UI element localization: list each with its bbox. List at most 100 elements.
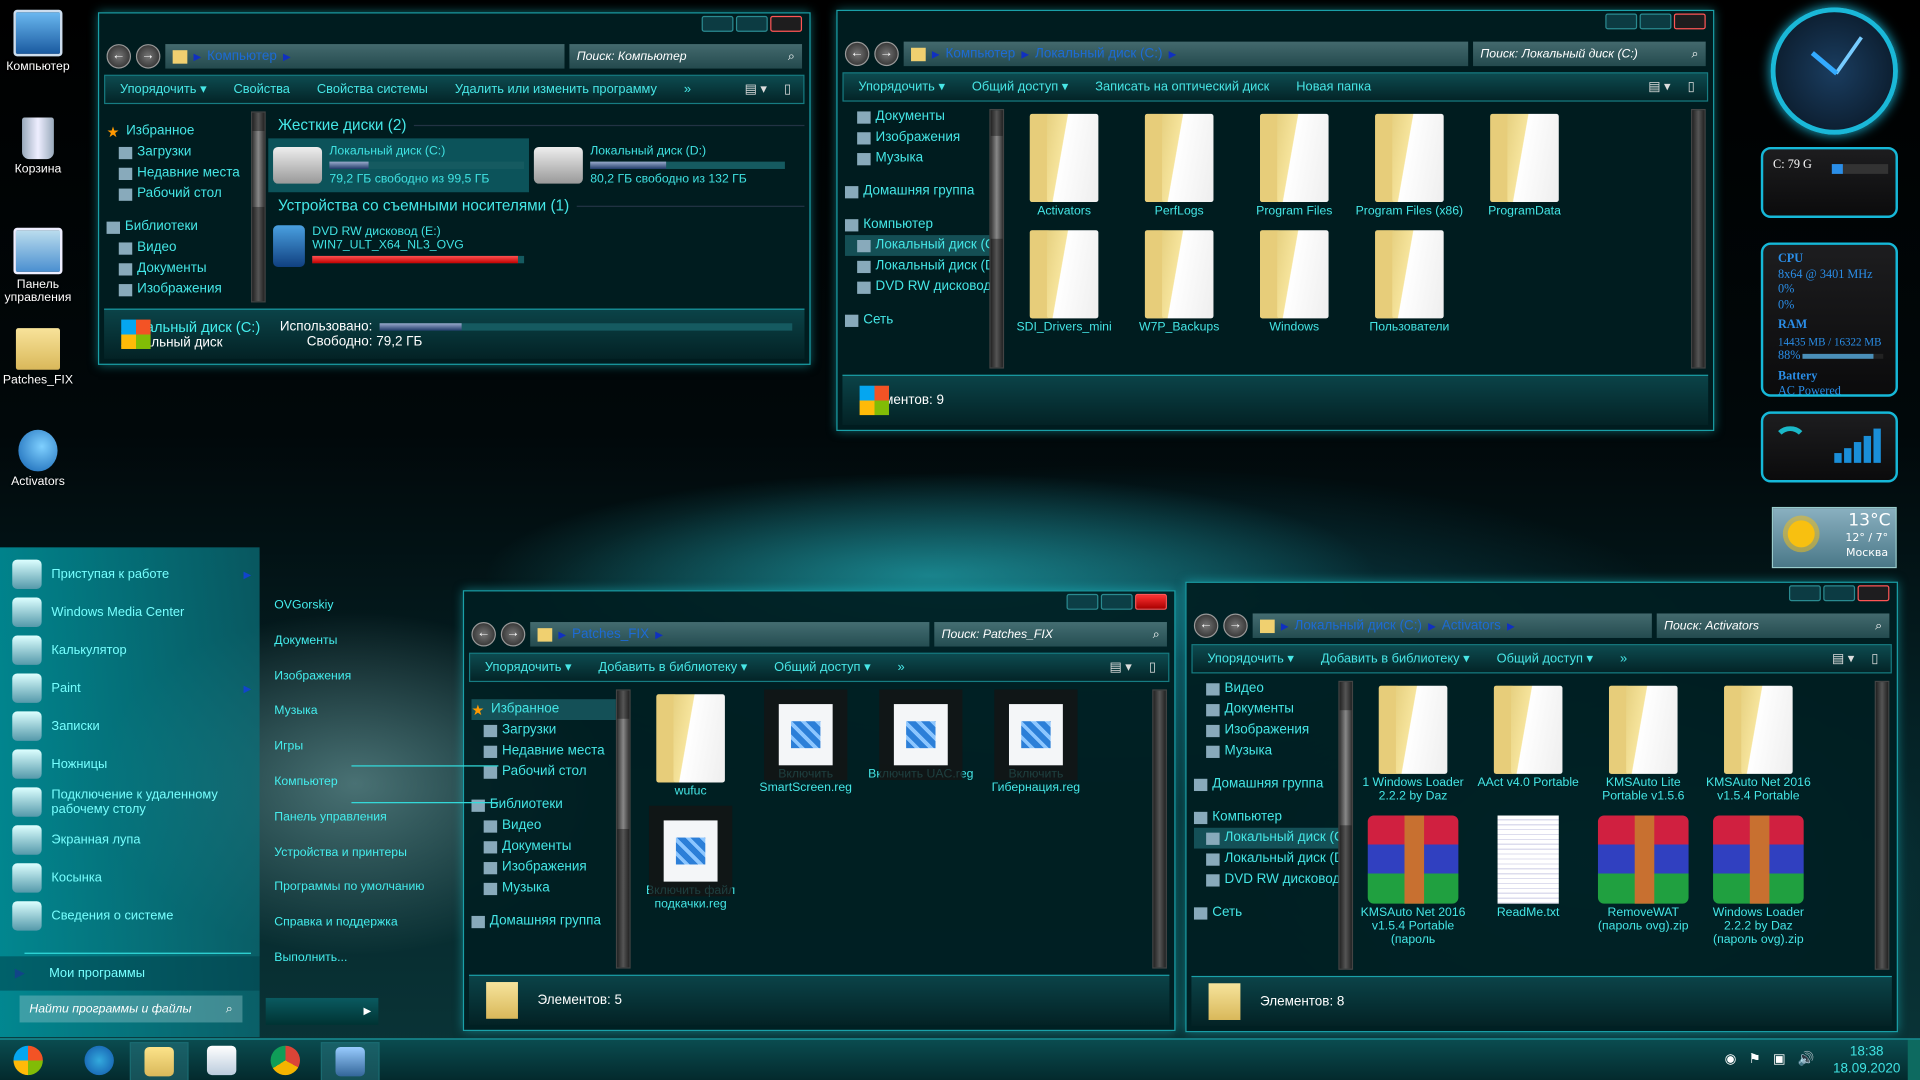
file-item[interactable]: ReadMe.txt (1471, 811, 1586, 947)
desktop-icon-корзина[interactable]: Корзина (2, 117, 73, 176)
change-view-icon[interactable]: ▤ ▾ (1648, 80, 1670, 95)
file-item[interactable]: wufuc (633, 689, 748, 798)
start-menu-item[interactable]: Экранная лупа (12, 823, 251, 857)
breadcrumb-arrow-icon[interactable]: ▶ (193, 51, 201, 62)
file-item[interactable]: Windows (1237, 225, 1352, 334)
file-item[interactable]: ProgramData (1467, 109, 1582, 218)
forward-button[interactable]: → (500, 622, 526, 647)
toolbar-button[interactable]: » (1620, 651, 1627, 666)
nav-item[interactable]: Загрузки (471, 720, 615, 741)
toolbar-button[interactable]: Упорядочить ▾ (1207, 651, 1294, 666)
internet-explorer-taskbar-button[interactable] (71, 1042, 127, 1079)
search-input[interactable]: Поиск: Компьютер ⌕ (569, 44, 803, 69)
network-gadget[interactable] (1760, 411, 1898, 483)
start-menu-item[interactable]: Сведения о системе (12, 899, 251, 933)
system-monitor-gadget[interactable]: CPU 8x64 @ 3401 MHz 0% 0% RAM 14435 MB /… (1760, 242, 1898, 398)
volume-icon[interactable]: 🔊 (1798, 1051, 1815, 1067)
file-item[interactable]: Включить SmartScreen.reg (748, 689, 863, 798)
preview-pane-icon[interactable]: ▯ (1149, 660, 1156, 675)
change-view-icon[interactable]: ▤ ▾ (745, 82, 767, 97)
forward-button[interactable]: → (1223, 613, 1248, 638)
drive-item[interactable]: DVD RW дисковод (E:) WIN7_ULT_X64_NL3_OVG (268, 219, 529, 273)
breadcrumb-arrow-icon[interactable]: ▶ (1507, 620, 1515, 631)
group-header[interactable]: Жесткие диски (2) (278, 116, 805, 133)
file-item[interactable]: Включить файл подкачки.reg (633, 806, 748, 911)
file-item[interactable]: KMSAuto Net 2016 v1.5.4 Portable (1701, 681, 1816, 803)
breadcrumb-arrow-icon[interactable]: ▶ (1428, 620, 1436, 631)
file-item[interactable]: Program Files (x86) (1352, 109, 1467, 218)
start-menu-place[interactable]: Программы по умолчанию (274, 881, 424, 894)
breadcrumb-arrow-icon[interactable]: ▶ (1021, 48, 1029, 59)
back-button[interactable]: ← (844, 41, 870, 67)
start-menu-place[interactable]: Панель управления (274, 810, 387, 823)
minimize-button[interactable] (701, 15, 734, 32)
file-item[interactable]: RemoveWAT (пароль ovg).zip (1586, 811, 1701, 947)
nav-scrollbar[interactable] (615, 689, 631, 969)
preview-pane-icon[interactable]: ▯ (1871, 651, 1878, 666)
toolbar-button[interactable]: » (684, 82, 691, 97)
nav-item[interactable]: Локальный диск (D:) (845, 256, 989, 277)
nav-item[interactable]: Локальный диск (C:) (844, 235, 990, 256)
breadcrumb-arrow-icon[interactable]: ▶ (932, 48, 940, 59)
address-bar[interactable]: ▶ Patches_FIX ▶ (530, 622, 930, 647)
nav-item[interactable]: DVD RW дисковод (1194, 869, 1338, 890)
file-item[interactable]: PerfLogs (1122, 109, 1237, 218)
change-view-icon[interactable]: ▤ ▾ (1110, 660, 1132, 675)
start-menu-place[interactable]: Изображения (274, 669, 351, 682)
file-item[interactable]: W7P_Backups (1122, 225, 1237, 334)
nav-item[interactable]: Изображения (1194, 720, 1338, 741)
back-button[interactable]: ← (471, 622, 496, 647)
maximize-button[interactable] (735, 15, 768, 32)
toolbar-button[interactable]: Упорядочить ▾ (120, 82, 207, 97)
start-menu-place[interactable]: Музыка (274, 705, 317, 718)
breadcrumb-item[interactable]: Локальный диск (C:) (1294, 618, 1421, 633)
nav-item[interactable]: Сеть (1193, 902, 1338, 923)
toolbar-button[interactable]: Добавить в библиотеку ▾ (598, 660, 747, 675)
start-menu-item[interactable]: Ножницы (12, 747, 251, 781)
toolbar-button[interactable]: Удалить или изменить программу (455, 82, 657, 97)
toolbar-button[interactable]: Общий доступ ▾ (774, 660, 870, 675)
toolbar-button[interactable]: Записать на оптический диск (1095, 80, 1269, 95)
file-item[interactable]: Activators (1007, 109, 1122, 218)
maximize-button[interactable] (1639, 13, 1672, 30)
show-desktop-button[interactable] (1907, 1039, 1920, 1080)
nav-item[interactable]: Видео (1194, 678, 1338, 699)
desktop-icon-activators[interactable]: Activators (2, 429, 73, 489)
nav-item[interactable]: Видео (107, 238, 251, 259)
toolbar-button[interactable]: Новая папка (1296, 80, 1371, 95)
drive-item[interactable]: Локальный диск (D:) 80,2 ГБ свободно из 1… (529, 138, 790, 192)
file-item[interactable]: SDI_Drivers_mini (1007, 225, 1122, 334)
nav-item[interactable]: Музыка (1194, 741, 1338, 762)
start-menu-item[interactable]: Paint ▶ (12, 671, 251, 705)
nav-item[interactable]: ★ Избранное (471, 699, 616, 721)
drive-item[interactable]: Локальный диск (C:) 79,2 ГБ свободно из 9… (268, 138, 529, 193)
breadcrumb-arrow-icon[interactable]: ▶ (558, 629, 566, 640)
file-item[interactable]: Windows Loader 2.2.2 by Daz (пароль ovg)… (1701, 811, 1816, 947)
address-bar[interactable]: ▶ Компьютер ▶ Локальный диск (C:) ▶ (903, 41, 1469, 67)
start-menu-place[interactable]: Выполнить... (274, 951, 347, 964)
address-bar[interactable]: ▶ Компьютер ▶ (165, 44, 565, 69)
clock-gadget[interactable] (1770, 7, 1898, 135)
file-item[interactable]: Включить UAC.reg (863, 689, 978, 798)
nav-item[interactable]: DVD RW дисковод (845, 277, 989, 298)
content-scrollbar[interactable] (1152, 689, 1167, 969)
back-button[interactable]: ← (106, 44, 132, 69)
file-item[interactable]: Пользователи (1352, 225, 1467, 334)
close-button[interactable] (770, 15, 803, 32)
change-view-icon[interactable]: ▤ ▾ (1832, 651, 1854, 666)
scrollbar-thumb[interactable] (617, 718, 630, 829)
toolbar-button[interactable]: Свойства (233, 82, 289, 97)
nav-item[interactable]: Изображения (845, 127, 989, 148)
toolbar-button[interactable]: Общий доступ ▾ (1497, 651, 1593, 666)
nav-item[interactable]: Компьютер (844, 214, 989, 235)
close-button[interactable] (1857, 585, 1890, 602)
start-menu-place[interactable]: Справка и поддержка (274, 916, 397, 929)
nav-item[interactable]: Документы (107, 258, 251, 279)
nav-scrollbar[interactable] (989, 108, 1005, 369)
minimize-button[interactable] (1066, 593, 1099, 610)
nav-item[interactable]: Локальный диск (C:) (1193, 827, 1339, 849)
nav-item[interactable]: Домашняя группа (844, 181, 989, 202)
nav-item[interactable]: ★ Избранное (107, 121, 251, 142)
file-item[interactable]: KMSAuto Net 2016 v1.5.4 Portable (пароль (1356, 811, 1471, 947)
desktop-icon-панель-управления[interactable]: Панель управления (2, 227, 73, 305)
